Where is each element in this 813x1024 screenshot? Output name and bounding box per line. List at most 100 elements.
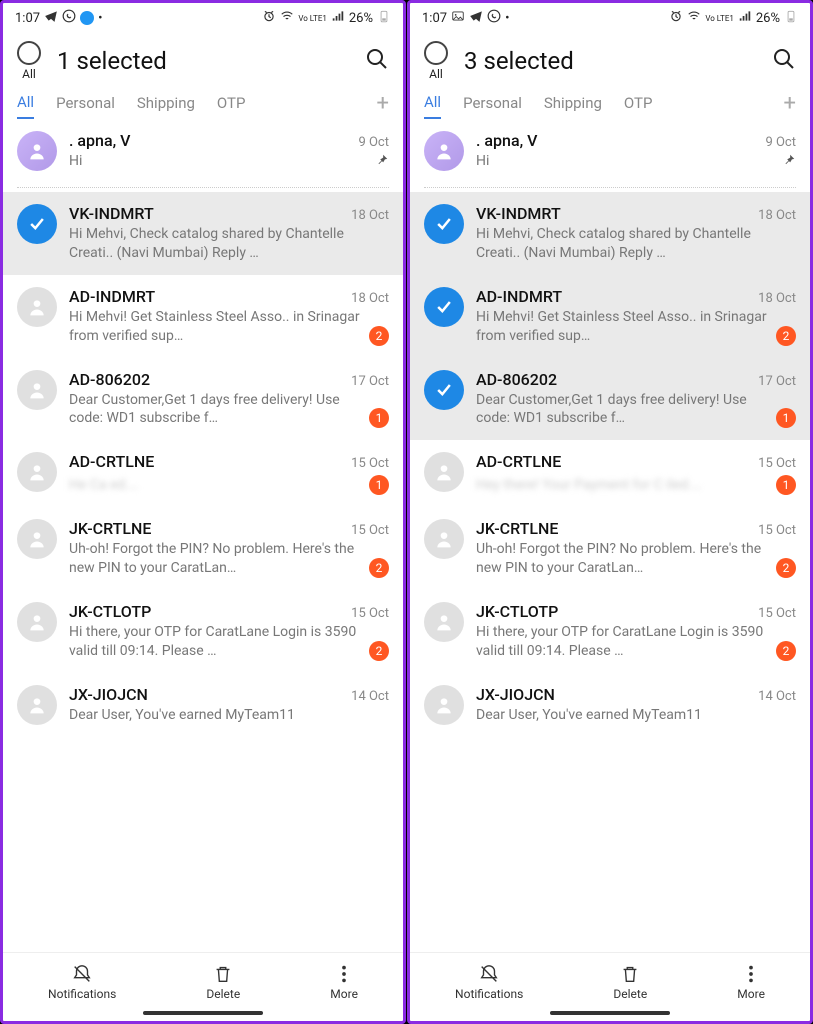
message-date: 15 Oct [351, 606, 389, 621]
message-date: 14 Oct [351, 689, 389, 704]
sender-name: JK-CRTLNE [69, 519, 151, 538]
divider [17, 187, 389, 188]
sender-name: AD-CRTLNE [69, 452, 154, 471]
message-date: 18 Oct [351, 208, 389, 223]
conversation-item[interactable]: JX-JIOJCN14 OctDear User, You've earned … [410, 673, 810, 737]
search-button[interactable] [772, 47, 796, 75]
category-tabs: All Personal Shipping OTP + [410, 87, 810, 119]
avatar [17, 131, 57, 171]
sender-name: AD-806202 [69, 370, 150, 389]
tab-otp[interactable]: OTP [624, 94, 653, 118]
checkmark-icon [17, 204, 57, 244]
avatar [17, 370, 57, 410]
telegram-icon [469, 9, 483, 27]
avatar [17, 287, 57, 327]
conversation-item[interactable]: AD-80620217 OctDear Customer,Get 1 days … [410, 358, 810, 441]
tab-personal[interactable]: Personal [56, 94, 115, 118]
notifications-button[interactable]: Notifications [455, 963, 523, 1001]
conversation-item[interactable]: JX-JIOJCN 14 Oct Dear User, You've earned … [3, 673, 403, 737]
conversation-item[interactable]: AD-INDMRT 18 Oct Hi Mehvi! Get Stainless S… [3, 275, 403, 358]
select-all-checkbox[interactable]: All [17, 41, 41, 81]
tab-shipping[interactable]: Shipping [544, 94, 602, 118]
sender-name: JX-JIOJCN [476, 685, 555, 704]
message-date: 18 Oct [351, 291, 389, 306]
alarm-icon [669, 9, 683, 27]
conversation-item[interactable]: JK-CRTLNE15 OctUh-oh! Forgot the PIN? No… [3, 507, 403, 590]
sender-name: JX-JIOJCN [69, 685, 148, 704]
tab-all[interactable]: All [17, 93, 34, 119]
trash-icon [619, 963, 641, 985]
message-date: 18 Oct [758, 208, 796, 223]
telegram-icon [44, 9, 58, 27]
checkmark-icon [424, 287, 464, 327]
statusbar: 1:07 • Vo LTE1 26% [410, 3, 810, 31]
network-label: Vo LTE1 [705, 14, 734, 23]
divider [424, 187, 796, 188]
status-time: 1:07 [15, 11, 40, 26]
wifi-icon [687, 9, 701, 27]
conversation-item[interactable]: AD-CRTLNE15 OctHey there! Your Payment f… [410, 440, 810, 507]
message-list[interactable]: . apna, V 9 Oct Hi VK-INDMRT18 OctHi Meh… [3, 119, 403, 952]
message-preview: Hi Mehvi, Check catalog shared by Chante… [476, 225, 796, 263]
sender-name: JK-CTLOTP [476, 602, 558, 621]
search-icon [772, 47, 796, 71]
checkbox-empty-icon [17, 41, 41, 65]
unread-badge: 1 [776, 408, 796, 428]
sender-name: . apna, V [69, 131, 130, 150]
search-button[interactable] [365, 47, 389, 75]
more-vertical-icon [333, 963, 355, 985]
message-preview: Uh-oh! Forgot the PIN? No problem. Here'… [476, 540, 768, 578]
conversation-item-pinned[interactable]: . apna, V 9 Oct Hi [410, 119, 810, 183]
message-preview: Dear User, You've earned MyTeam11 [69, 706, 389, 725]
bottom-toolbar: Notifications Delete More [3, 952, 403, 1007]
conversation-item[interactable]: JK-CRTLNE15 OctUh-oh! Forgot the PIN? No… [410, 507, 810, 590]
conversation-item[interactable]: JK-CTLOTP15 OctHi there, your OTP for Ca… [410, 590, 810, 673]
selection-count: 1 selected [57, 47, 349, 75]
selection-count: 3 selected [464, 47, 756, 75]
avatar [424, 685, 464, 725]
message-preview: Dear Customer,Get 1 days free delivery! … [476, 391, 768, 429]
sender-name: AD-INDMRT [69, 287, 155, 306]
more-button[interactable]: More [737, 963, 765, 1001]
message-preview: Uh-oh! Forgot the PIN? No problem. Here'… [69, 540, 361, 578]
whatsapp-icon [487, 9, 501, 27]
sender-name: . apna, V [476, 131, 537, 150]
delete-button[interactable]: Delete [206, 963, 240, 1001]
tab-otp[interactable]: OTP [217, 94, 246, 118]
message-date: 18 Oct [758, 291, 796, 306]
avatar [424, 602, 464, 642]
bell-off-icon [71, 963, 93, 985]
notifications-button[interactable]: Notifications [48, 963, 116, 1001]
conversation-item-pinned[interactable]: . apna, V 9 Oct Hi [3, 119, 403, 183]
statusbar: 1:07 • Vo LTE1 26% [3, 3, 403, 31]
bottom-toolbar: Notifications Delete More [410, 952, 810, 1007]
select-all-checkbox[interactable]: All [424, 41, 448, 81]
add-tab-button[interactable]: + [377, 93, 389, 119]
checkmark-icon [424, 204, 464, 244]
all-label: All [429, 67, 443, 81]
tab-all[interactable]: All [424, 93, 441, 119]
conversation-item[interactable]: VK-INDMRT18 OctHi Mehvi, Check catalog s… [410, 192, 810, 275]
conversation-item[interactable]: AD-CRTLNE15 OctHe Ca ed.…1 [3, 440, 403, 507]
tab-personal[interactable]: Personal [463, 94, 522, 118]
image-icon [451, 9, 465, 27]
tab-shipping[interactable]: Shipping [137, 94, 195, 118]
checkbox-empty-icon [424, 41, 448, 65]
delete-button[interactable]: Delete [613, 963, 647, 1001]
avatar [424, 131, 464, 171]
phone-right: 1:07 • Vo LTE1 26% All 3 selected All Pe… [407, 0, 813, 1024]
conversation-item[interactable]: AD-80620217 OctDear Customer,Get 1 days … [3, 358, 403, 441]
all-label: All [22, 67, 36, 81]
conversation-item[interactable]: JK-CTLOTP15 OctHi there, your OTP for Ca… [3, 590, 403, 673]
conversation-item[interactable]: AD-INDMRT18 OctHi Mehvi! Get Stainless S… [410, 275, 810, 358]
home-indicator[interactable] [550, 1011, 670, 1015]
conversation-item[interactable]: VK-INDMRT18 OctHi Mehvi, Check catalog s… [3, 192, 403, 275]
battery-icon [377, 9, 391, 27]
message-list[interactable]: . apna, V 9 Oct Hi VK-INDMRT18 OctHi Meh… [410, 119, 810, 952]
more-button[interactable]: More [330, 963, 358, 1001]
message-date: 17 Oct [758, 374, 796, 389]
add-tab-button[interactable]: + [784, 93, 796, 119]
message-preview: Hi Mehvi! Get Stainless Steel Asso.. in … [69, 308, 361, 346]
message-date: 15 Oct [758, 456, 796, 471]
home-indicator[interactable] [143, 1011, 263, 1015]
